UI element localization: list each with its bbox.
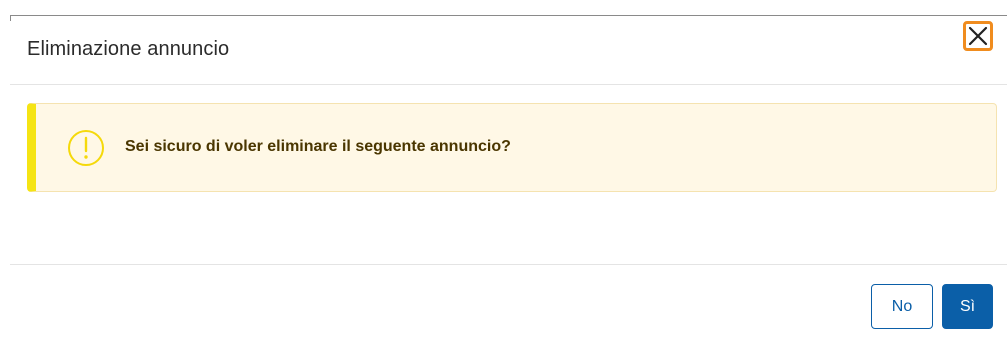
footer-divider [10,264,1007,265]
no-button[interactable]: No [871,284,933,329]
alert-message: Sei sicuro di voler eliminare il seguent… [125,138,511,155]
close-button[interactable] [963,21,993,51]
close-icon [968,26,988,46]
warning-alert: Sei sicuro di voler eliminare il seguent… [27,103,997,192]
modal-title: Eliminazione annuncio [27,38,230,60]
modal-dialog: Eliminazione annuncio Sei sicuro di vole… [0,0,1007,342]
modal-header: Eliminazione annuncio [10,16,1007,85]
si-button[interactable]: Sì [942,284,993,329]
warning-circle-icon [68,130,104,166]
